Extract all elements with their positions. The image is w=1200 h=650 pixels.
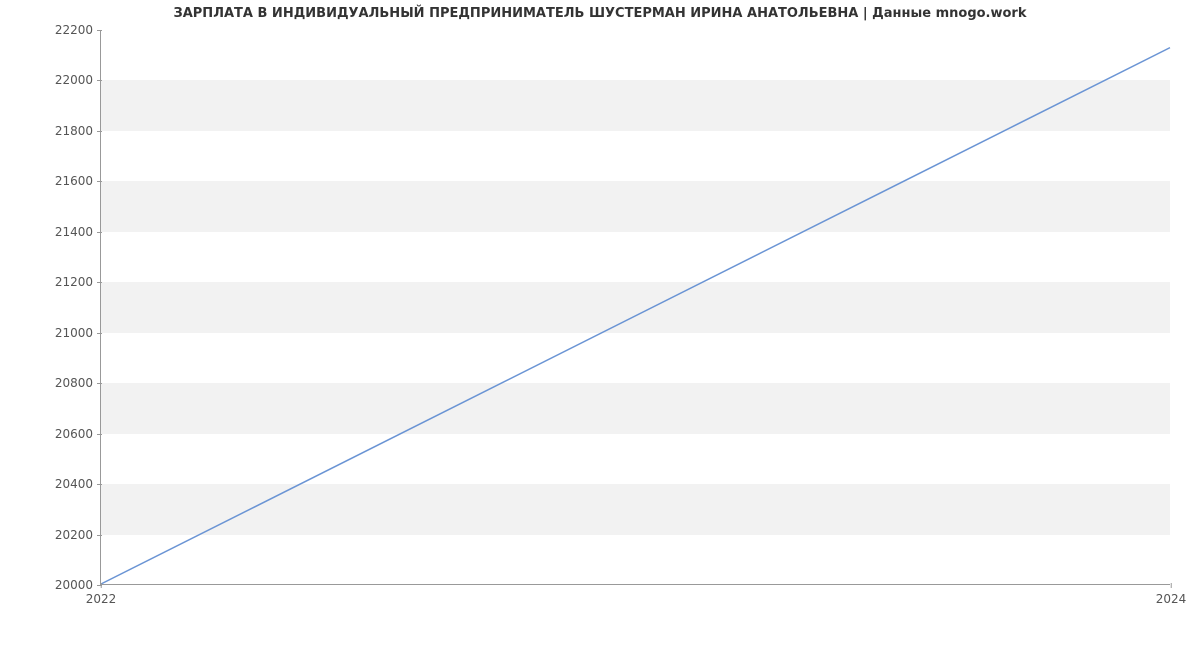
y-tick-label: 20200 <box>55 528 101 542</box>
chart-title: ЗАРПЛАТА В ИНДИВИДУАЛЬНЫЙ ПРЕДПРИНИМАТЕЛ… <box>0 6 1200 21</box>
y-tick-label: 21200 <box>55 275 101 289</box>
y-tick-label: 22200 <box>55 23 101 37</box>
y-tick-label: 20800 <box>55 376 101 390</box>
y-tick-label: 21800 <box>55 124 101 138</box>
chart-container: ЗАРПЛАТА В ИНДИВИДУАЛЬНЫЙ ПРЕДПРИНИМАТЕЛ… <box>0 0 1200 650</box>
y-tick-label: 21000 <box>55 326 101 340</box>
plot-area: 2000020200204002060020800210002120021400… <box>100 30 1170 585</box>
line-series <box>101 30 1170 584</box>
y-tick-label: 21600 <box>55 174 101 188</box>
data-line <box>101 48 1170 584</box>
y-tick-label: 20600 <box>55 427 101 441</box>
y-tick-label: 22000 <box>55 73 101 87</box>
y-tick-label: 20400 <box>55 477 101 491</box>
x-tick-label: 2022 <box>86 584 117 606</box>
y-tick-label: 21400 <box>55 225 101 239</box>
x-tick-label: 2024 <box>1156 584 1187 606</box>
